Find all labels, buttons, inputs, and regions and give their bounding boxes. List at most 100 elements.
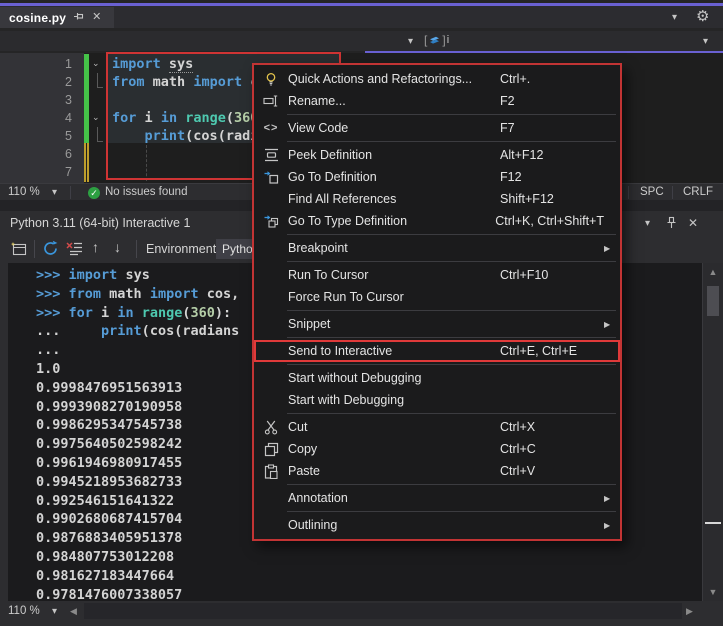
menu-item-quick-actions-and-refactorings[interactable]: Quick Actions and Refactorings...Ctrl+. (254, 68, 620, 90)
tabstrip-dropdown-icon[interactable]: ▾ (672, 13, 677, 23)
editor-zoom-dropdown-icon[interactable]: ▾ (52, 188, 57, 198)
scroll-down-icon[interactable]: ▼ (703, 588, 723, 597)
repl-output: 0.9902680687415704 (36, 510, 239, 529)
vertical-scrollbar[interactable]: ▲ ▼ (702, 263, 723, 601)
menu-item-label: Peek Definition (288, 148, 500, 162)
menu-item-view-code[interactable]: <>View CodeF7 (254, 117, 620, 139)
interactive-statusbar: 110 % ▾ ◀ ▶ (0, 601, 723, 621)
menu-separator (287, 511, 616, 512)
lightbulb-icon (254, 72, 288, 87)
repl-line: ... (36, 341, 239, 360)
repl-output: 1.0 (36, 360, 239, 379)
menu-separator (287, 413, 616, 414)
menu-separator (287, 114, 616, 115)
interactive-zoom-level[interactable]: 110 % (8, 605, 40, 617)
editor-nav-bar: ▾ [ ] i ▾ (0, 31, 723, 51)
menu-item-label: View Code (288, 121, 500, 135)
menu-item-shortcut: Ctrl+X (500, 420, 604, 434)
menu-item-shortcut: Ctrl+C (500, 442, 604, 456)
code-context-icon[interactable]: [ ] i (424, 33, 449, 47)
menu-item-breakpoint[interactable]: Breakpoint▶ (254, 237, 620, 259)
menu-item-go-to-definition[interactable]: Go To DefinitionF12 (254, 166, 620, 188)
menu-item-label: Find All References (288, 192, 500, 206)
line-number: 4 (0, 109, 72, 127)
menu-item-find-all-references[interactable]: Find All ReferencesShift+F12 (254, 188, 620, 210)
history-next-icon[interactable]: ↓ (114, 239, 121, 255)
menu-item-shortcut: Ctrl+. (500, 72, 604, 86)
menu-separator (287, 337, 616, 338)
menu-separator (287, 484, 616, 485)
menu-separator (287, 261, 616, 262)
window-bottom-edge (0, 621, 723, 626)
menu-item-label: Snippet (288, 317, 500, 331)
menu-item-label: Send to Interactive (288, 344, 500, 358)
menu-item-rename[interactable]: Rename...F2 (254, 90, 620, 112)
nav-dropdown-icon[interactable]: ▾ (408, 37, 413, 47)
menu-item-annotation[interactable]: Annotation▶ (254, 487, 620, 509)
clear-all-icon[interactable] (66, 241, 83, 256)
menu-item-label: Paste (288, 464, 500, 478)
tab-pin-icon[interactable] (73, 12, 85, 24)
view-code-icon: <> (254, 123, 288, 134)
scroll-left-icon[interactable]: ◀ (70, 607, 77, 616)
interactive-close-icon[interactable]: ✕ (688, 217, 698, 229)
menu-item-label: Start without Debugging (288, 371, 500, 385)
reset-icon[interactable] (42, 240, 59, 257)
menu-item-copy[interactable]: CopyCtrl+C (254, 438, 620, 460)
repl-output: 0.9998476951563913 (36, 379, 239, 398)
submenu-arrow-icon: ▶ (604, 244, 620, 253)
tab-strip: cosine.py ✕ ▾ ⚙ (0, 6, 723, 28)
menu-item-force-run-to-cursor[interactable]: Force Run To Cursor (254, 286, 620, 308)
repl-line: >>> for i in range(360): (36, 304, 239, 323)
menu-item-send-to-interactive[interactable]: Send to InteractiveCtrl+E, Ctrl+E (254, 340, 620, 362)
scroll-thumb[interactable] (707, 286, 719, 316)
line-number: 7 (0, 163, 72, 181)
menu-item-start-without-debugging[interactable]: Start without Debugging (254, 367, 620, 389)
interactive-pin-icon[interactable] (665, 216, 678, 230)
menu-item-label: Force Run To Cursor (288, 290, 500, 304)
menu-separator (287, 141, 616, 142)
menu-item-cut[interactable]: CutCtrl+X (254, 416, 620, 438)
paste-icon (254, 464, 288, 479)
repl-output: 0.992546151641322 (36, 492, 239, 511)
interactive-zoom-dropdown-icon[interactable]: ▾ (52, 607, 57, 617)
scroll-right-icon[interactable]: ▶ (686, 607, 693, 616)
history-previous-icon[interactable]: ↑ (92, 239, 99, 255)
line-number: 1 (0, 55, 72, 73)
editor-gutter: 1234567 (0, 53, 84, 183)
menu-item-shortcut: Shift+F12 (500, 192, 604, 206)
change-bar-unsaved (84, 143, 89, 182)
settings-gear-icon[interactable]: ⚙ (696, 9, 709, 24)
vs-window: cosine.py ✕ ▾ ⚙ ▾ [ ] i ▾ 1234567 ⌄ ⌄ (0, 0, 723, 626)
interactive-dropdown-icon[interactable]: ▾ (645, 219, 650, 229)
nav-right-dropdown-icon[interactable]: ▾ (703, 37, 708, 47)
repl-line: ... print(cos(radians (36, 322, 239, 341)
scroll-up-icon[interactable]: ▲ (703, 268, 723, 277)
repl-transcript: >>> import sys>>> from math import cos,>… (36, 266, 239, 601)
rename-icon (254, 94, 288, 108)
menu-item-paste[interactable]: PasteCtrl+V (254, 460, 620, 482)
repl-output: 0.9781476007338057 (36, 586, 239, 601)
menu-item-run-to-cursor[interactable]: Run To CursorCtrl+F10 (254, 264, 620, 286)
menu-item-go-to-type-definition[interactable]: Go To Type DefinitionCtrl+K, Ctrl+Shift+… (254, 210, 620, 232)
new-interactive-window-icon[interactable] (10, 241, 27, 257)
editor-zoom-level[interactable]: 110 % (8, 186, 40, 198)
tab-title: cosine.py (9, 11, 66, 25)
menu-item-shortcut: F2 (500, 94, 604, 108)
menu-item-start-with-debugging[interactable]: Start with Debugging (254, 389, 620, 411)
tab-close-icon[interactable]: ✕ (92, 12, 101, 23)
horizontal-scrollbar[interactable] (84, 603, 682, 619)
space-indicator[interactable]: SPC (640, 186, 664, 198)
repl-output: 0.9975640502598242 (36, 435, 239, 454)
editor-tab-cosine[interactable]: cosine.py ✕ (0, 7, 114, 28)
menu-item-snippet[interactable]: Snippet▶ (254, 313, 620, 335)
menu-item-label: Run To Cursor (288, 268, 500, 282)
menu-item-outlining[interactable]: Outlining▶ (254, 514, 620, 536)
fold-chevron-icon[interactable]: ⌄ (92, 59, 100, 68)
menu-separator (287, 234, 616, 235)
interactive-title: Python 3.11 (64-bit) Interactive 1 (10, 216, 190, 230)
fold-chevron-icon[interactable]: ⌄ (92, 113, 100, 122)
line-ending-indicator[interactable]: CRLF (683, 186, 713, 198)
menu-item-shortcut: Ctrl+F10 (500, 268, 604, 282)
menu-item-peek-definition[interactable]: Peek DefinitionAlt+F12 (254, 144, 620, 166)
